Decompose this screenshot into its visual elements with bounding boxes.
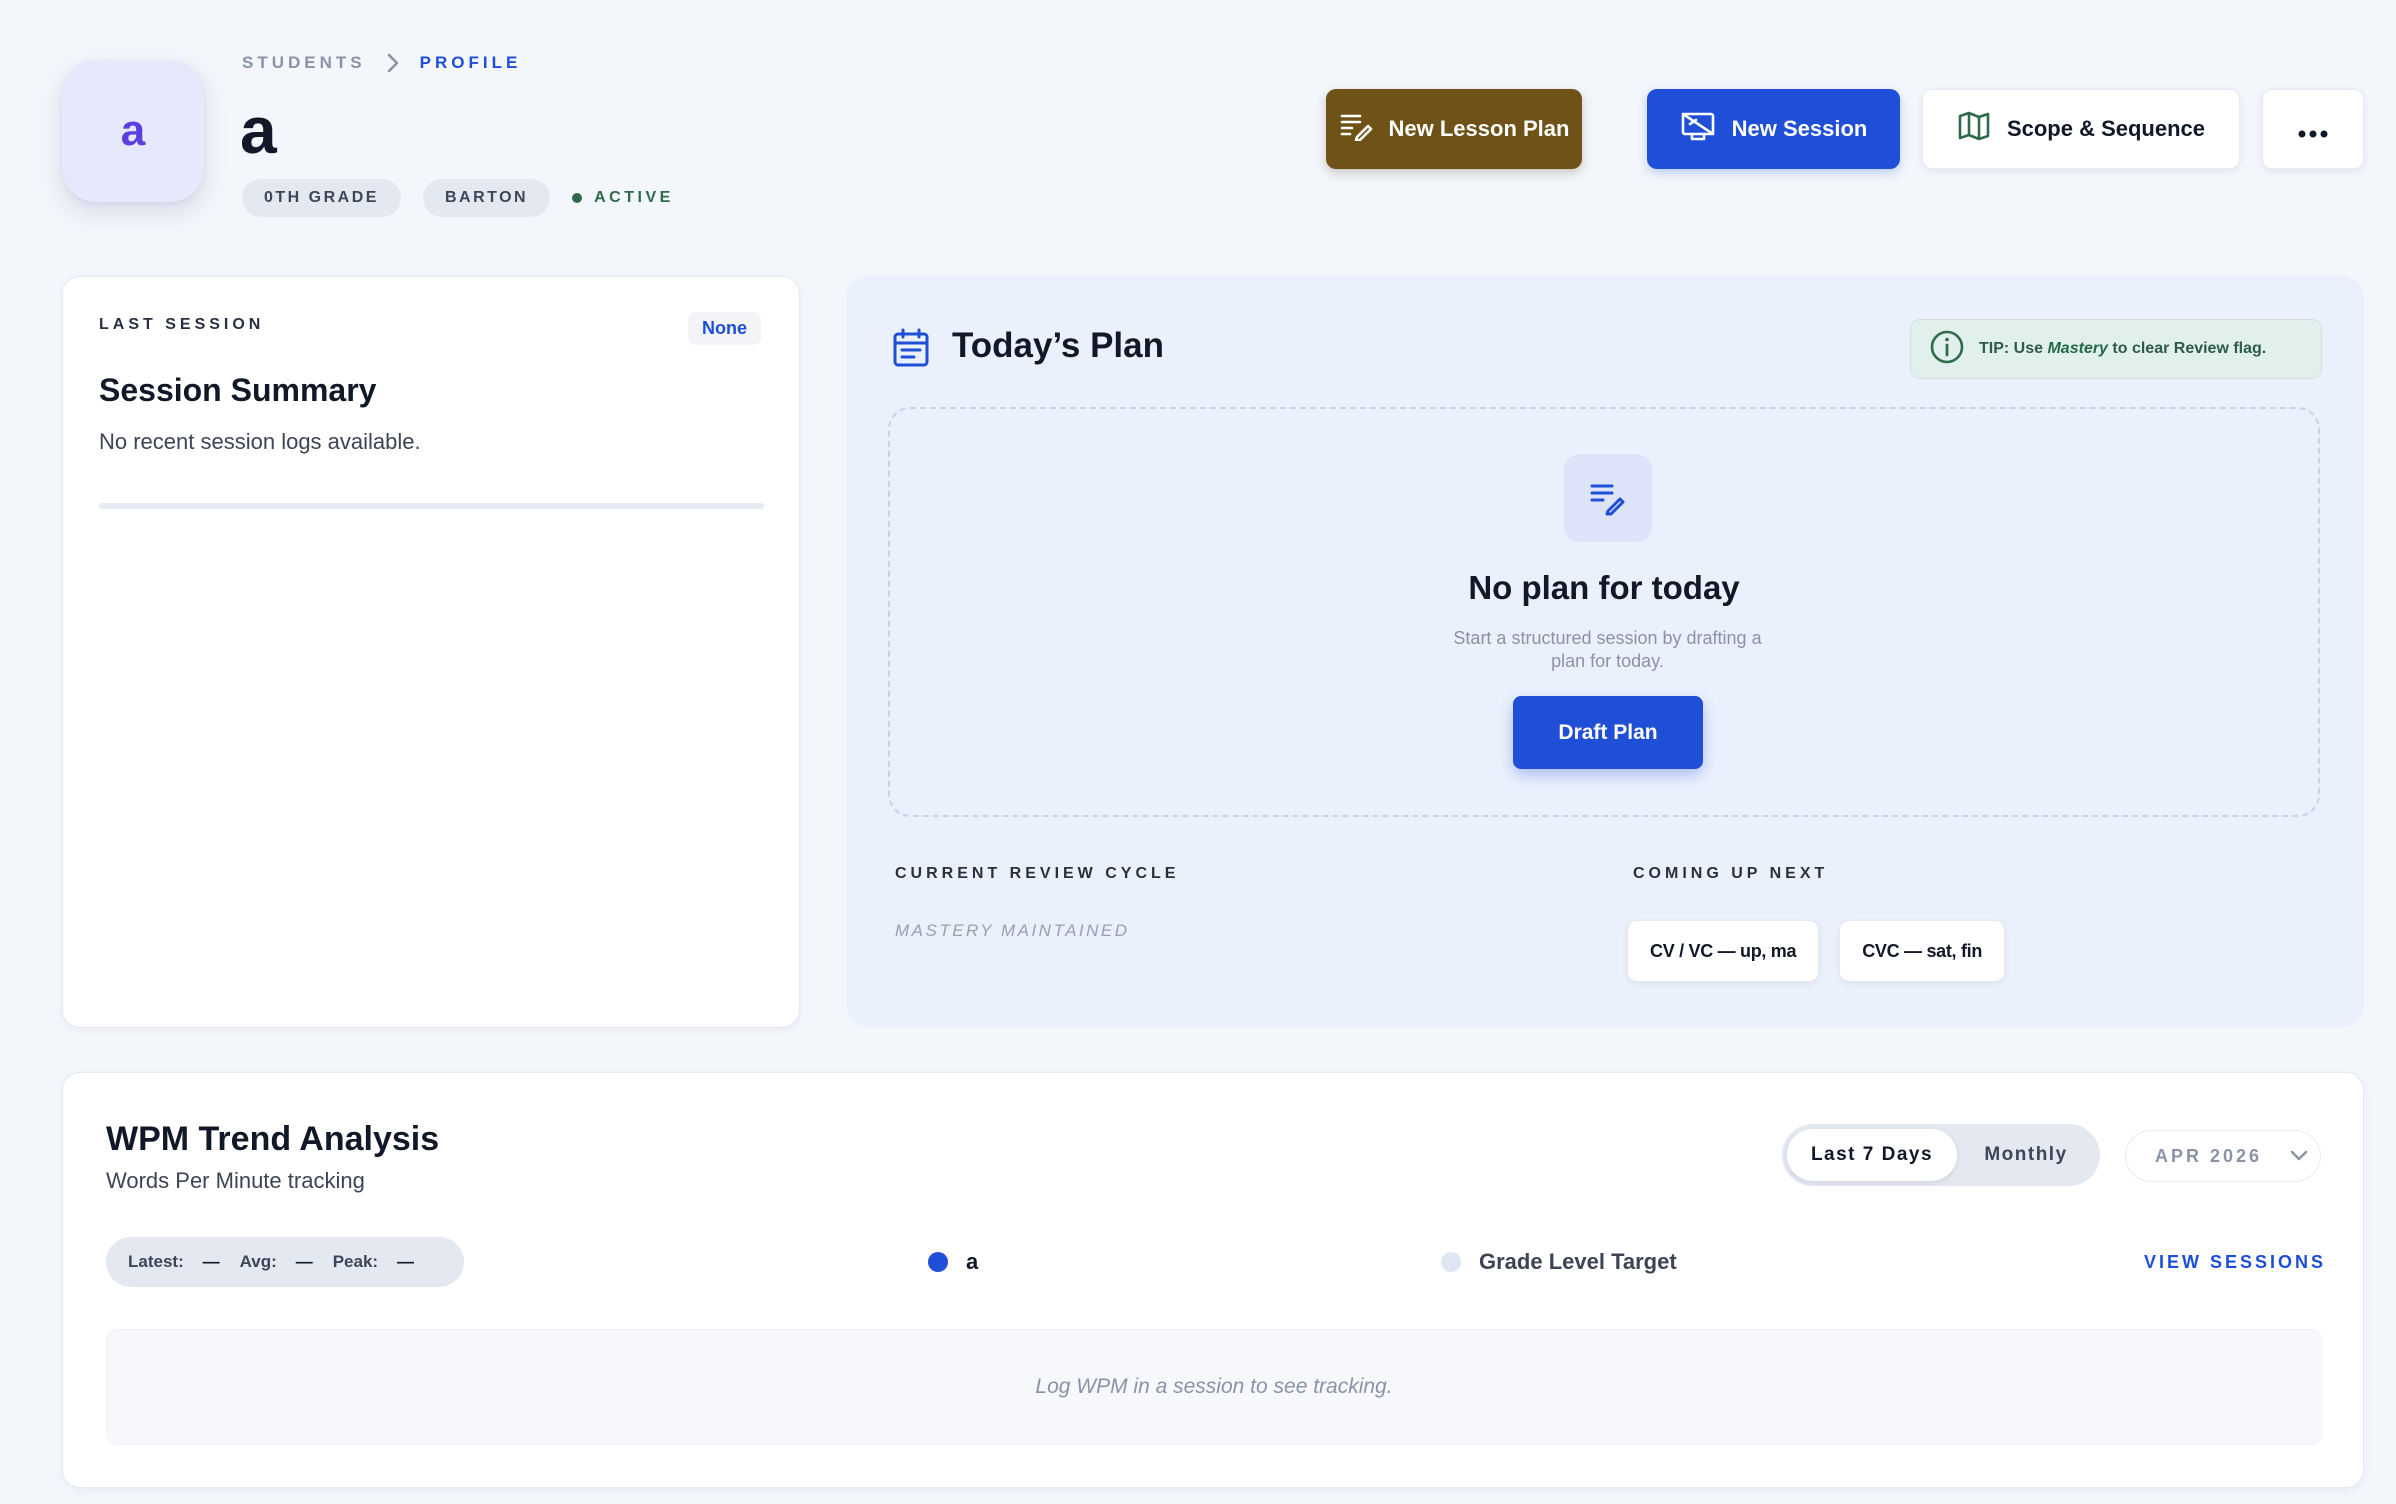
range-option-monthly[interactable]: Monthly: [1957, 1129, 2095, 1181]
ellipsis-icon: [2298, 113, 2328, 145]
coming-up-label: COMING UP NEXT: [1633, 865, 1829, 882]
status-dot-icon: [572, 193, 583, 203]
range-option-last-7-days[interactable]: Last 7 Days: [1787, 1129, 1957, 1181]
todays-plan-card: Today’s Plan TIP: Use Mastery to clear R…: [846, 276, 2364, 1027]
draft-plan-button[interactable]: Draft Plan: [1513, 696, 1703, 769]
empty-plan-state: No plan for today Start a structured ses…: [888, 407, 2320, 817]
session-summary-title: Session Summary: [99, 372, 377, 408]
page-title: a: [240, 93, 277, 167]
wpm-title: WPM Trend Analysis: [106, 1120, 440, 1158]
student-avatar: a: [62, 60, 204, 202]
review-cycle-status: MASTERY MAINTAINED: [895, 921, 1130, 940]
new-session-label: New Session: [1731, 116, 1868, 141]
calendar-icon: [892, 328, 930, 373]
view-sessions-link[interactable]: VIEW SESSIONS: [2144, 1252, 2326, 1273]
breadcrumb-students[interactable]: STUDENTS: [242, 53, 366, 73]
coming-up-item[interactable]: CVC — sat, fin: [1839, 920, 2006, 982]
tip-text: TIP: Use Mastery to clear Review flag.: [1979, 340, 2267, 357]
status-label: ACTIVE: [594, 189, 674, 206]
legend-student: a: [928, 1249, 978, 1275]
scope-sequence-button[interactable]: Scope & Sequence: [1922, 89, 2240, 169]
wpm-stats: Latest: — Avg: — Peak: —: [106, 1237, 464, 1287]
month-select-value: APR 2026: [2155, 1145, 2263, 1166]
stat-peak: Peak: —: [332, 1252, 414, 1271]
last-session-card: LAST SESSION None Session Summary No rec…: [62, 276, 800, 1028]
legend-dot-student: [928, 1252, 948, 1272]
new-lesson-plan-button[interactable]: New Lesson Plan: [1326, 89, 1582, 169]
mastery-tip: TIP: Use Mastery to clear Review flag.: [1910, 319, 2322, 379]
session-summary-divider: [99, 503, 764, 509]
wpm-trend-card: WPM Trend Analysis Words Per Minute trac…: [62, 1072, 2364, 1488]
new-lesson-plan-label: New Lesson Plan: [1388, 116, 1570, 141]
map-icon: [1957, 110, 1991, 148]
wpm-empty-state: Log WPM in a session to see tracking.: [106, 1329, 2322, 1445]
wpm-subtitle: Words Per Minute tracking: [106, 1168, 365, 1193]
chevron-down-icon: [2290, 1146, 2308, 1167]
legend-target-label: Grade Level Target: [1479, 1249, 1677, 1274]
legend-dot-target: [1441, 1252, 1461, 1272]
more-options-button[interactable]: [2262, 89, 2364, 169]
breadcrumb-profile: PROFILE: [419, 53, 522, 72]
presentation-icon: [1680, 110, 1716, 148]
grade-chip: 0TH GRADE: [242, 179, 401, 217]
legend-student-label: a: [966, 1249, 979, 1274]
edit-list-icon: [1564, 454, 1652, 542]
scope-sequence-label: Scope & Sequence: [2006, 116, 2206, 141]
legend-target: Grade Level Target: [1441, 1249, 1677, 1275]
empty-plan-title: No plan for today: [1468, 569, 1740, 606]
todays-plan-title: Today’s Plan: [952, 326, 1164, 365]
last-session-overline: LAST SESSION: [99, 316, 265, 333]
stat-latest: Latest: —: [128, 1252, 220, 1271]
chevron-right-icon: [386, 52, 400, 74]
breadcrumb: STUDENTS PROFILE: [242, 52, 521, 74]
edit-list-icon: [1339, 111, 1373, 147]
range-toggle: Last 7 Days Monthly: [1782, 1124, 2100, 1186]
empty-plan-subtitle: Start a structured session by drafting a…: [1453, 628, 1762, 671]
status-badge: ACTIVE: [572, 189, 674, 207]
coming-up-list: CV / VC — up, ma CVC — sat, fin: [1627, 920, 2006, 982]
stat-avg: Avg: —: [239, 1252, 313, 1271]
student-tags: 0TH GRADE BARTON ACTIVE: [242, 179, 674, 217]
month-select[interactable]: APR 2026: [2125, 1130, 2321, 1182]
session-summary-message: No recent session logs available.: [99, 429, 421, 454]
info-icon: [1929, 329, 1965, 370]
program-chip: BARTON: [422, 179, 551, 217]
review-cycle-label: CURRENT REVIEW CYCLE: [895, 865, 1180, 882]
coming-up-item[interactable]: CV / VC — up, ma: [1627, 920, 1820, 982]
last-session-badge: None: [688, 312, 761, 345]
new-session-button[interactable]: New Session: [1647, 89, 1900, 169]
